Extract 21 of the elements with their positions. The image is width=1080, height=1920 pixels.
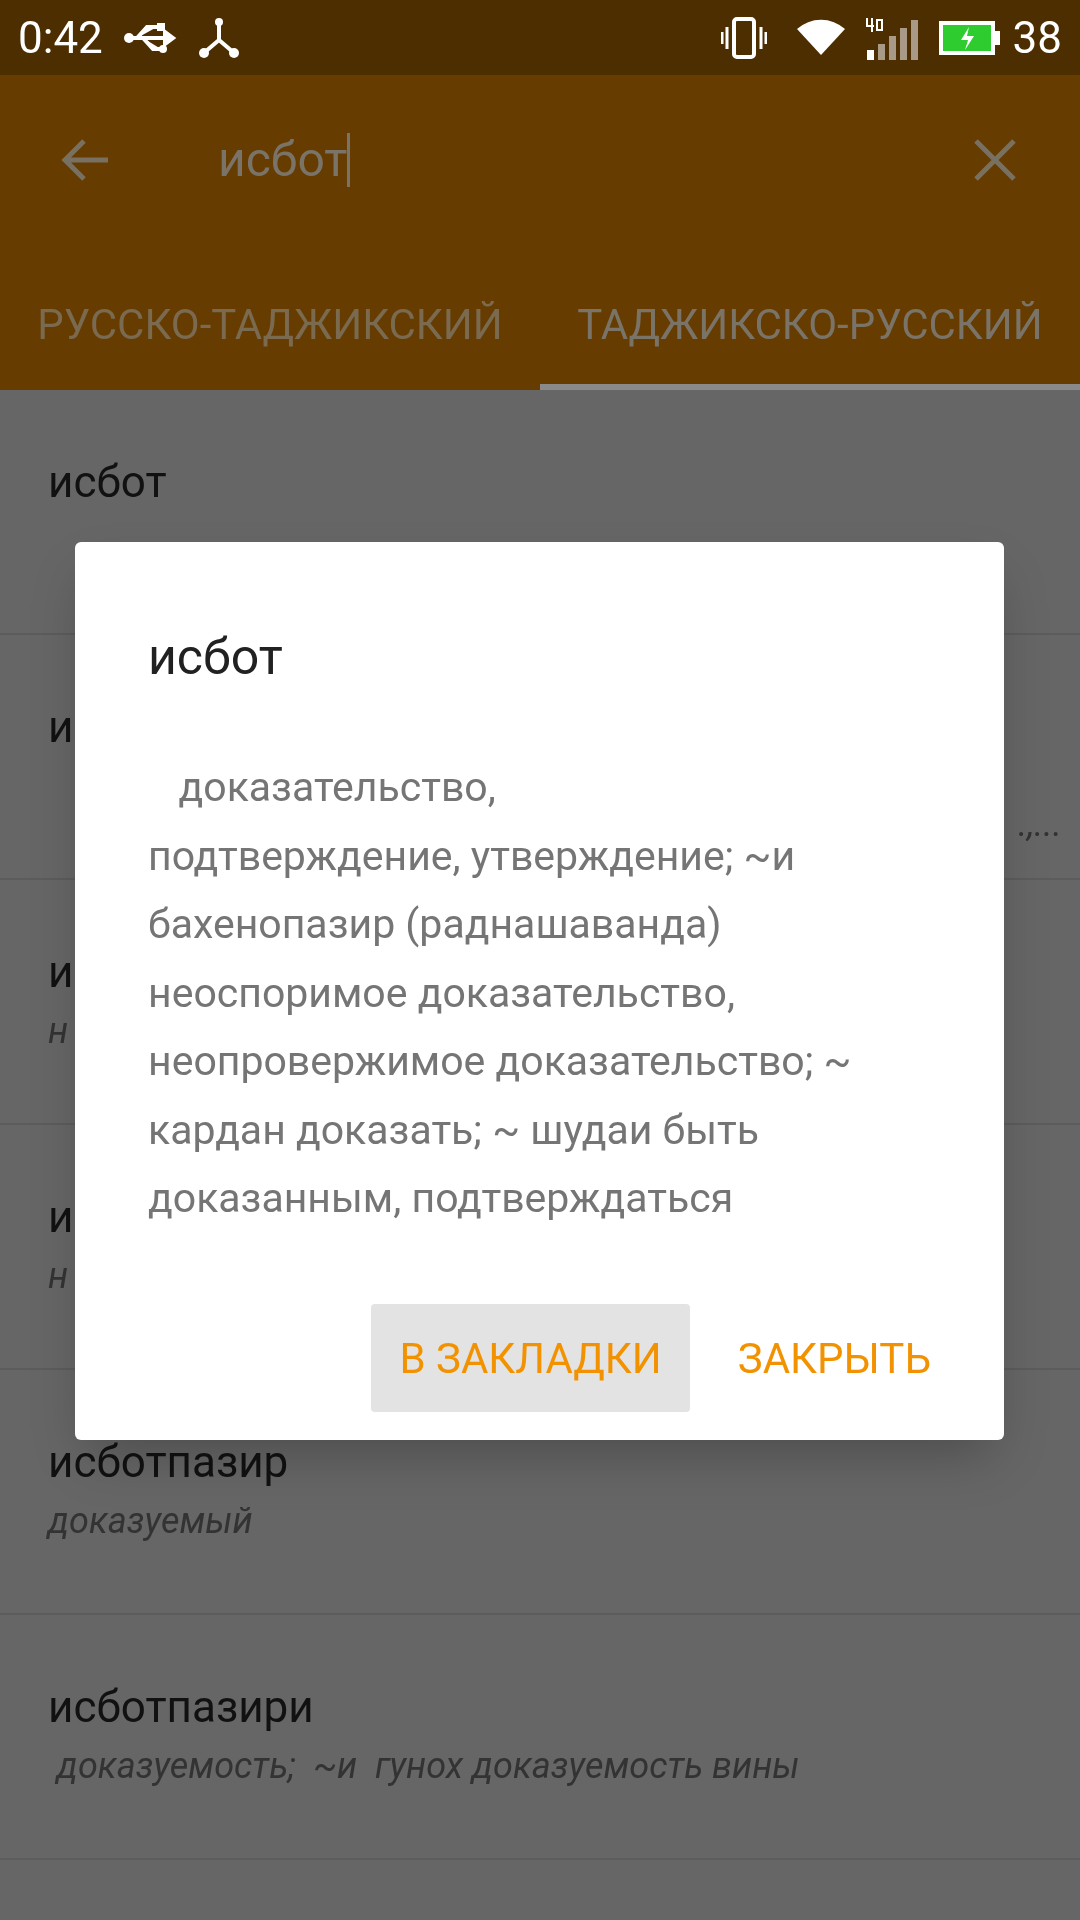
battery-icon: [938, 20, 1001, 55]
result-word: и: [48, 1195, 74, 1239]
share-icon: [196, 15, 241, 60]
vibrate-icon: [720, 16, 767, 59]
result-word: исбот: [48, 460, 167, 504]
result-word: исботпазир: [48, 1440, 289, 1484]
result-meaning: .,...: [1018, 802, 1062, 847]
signal-icon: [864, 15, 919, 60]
definition-text: доказательство, подтверждение, утверждение; ~и бахенопазир (раднашаванда) неоспоримое доказательство, неопровержимое доказательство; ~ кардан доказать; ~ шудаи быть доказанным, подтверждаться: [148, 762, 853, 1224]
back-icon: [60, 137, 110, 183]
tab[interactable]: РУССКО-ТАДЖИКСКИЙ: [0, 245, 540, 390]
dialog-button[interactable]: В ЗАКЛАДКИ: [371, 1304, 690, 1412]
status-time: 0:42: [18, 10, 103, 66]
result-word: и: [48, 705, 74, 749]
search-field[interactable]: исбот: [218, 120, 910, 200]
close-icon: [974, 139, 1016, 181]
result-word: исботпазири: [48, 1685, 314, 1729]
tab[interactable]: ТАДЖИКСКО-РУССКИЙ: [540, 245, 1080, 390]
result-word: и: [48, 950, 74, 994]
wifi-icon: [796, 18, 845, 57]
battery-level: 38: [1012, 10, 1062, 66]
